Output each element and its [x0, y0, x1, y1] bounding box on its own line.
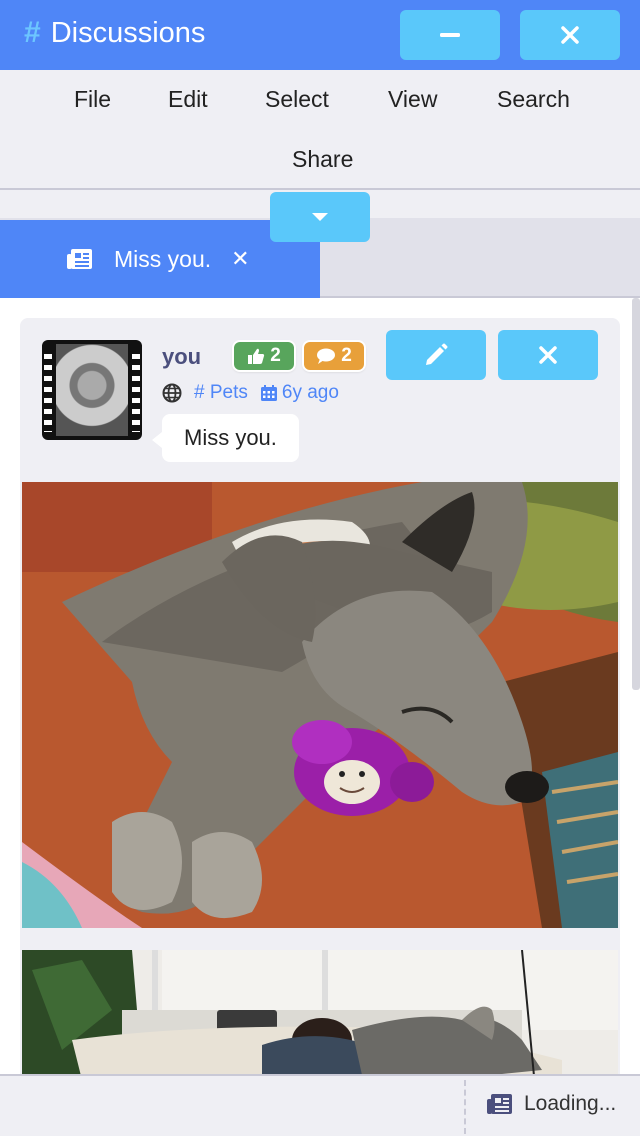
- film-strip-left: [44, 348, 52, 432]
- channel-link[interactable]: # Pets: [194, 382, 248, 404]
- menu-search[interactable]: Search: [497, 86, 570, 113]
- film-strip-right: [132, 348, 140, 432]
- edit-post-button[interactable]: [386, 330, 486, 380]
- hash-icon: #: [194, 382, 205, 403]
- globe-icon: [162, 383, 182, 403]
- status-loading: Loading...: [486, 1092, 616, 1116]
- comments-badge[interactable]: 2: [304, 342, 364, 370]
- channel-label: Pets: [209, 382, 248, 403]
- pencil-icon: [426, 343, 448, 365]
- menu-view[interactable]: View: [388, 86, 437, 113]
- close-window-button[interactable]: [520, 10, 620, 60]
- tab-close-icon[interactable]: ✕: [231, 248, 249, 270]
- thumbs-up-icon: [248, 348, 265, 364]
- tab-label: Miss you.: [114, 245, 212, 272]
- person-dog-photo-illustration: [22, 950, 618, 1074]
- dog-photo-illustration: [22, 482, 618, 928]
- menu-share[interactable]: Share: [292, 146, 353, 173]
- comments-count: 2: [341, 345, 352, 366]
- post-time: 6y ago: [260, 382, 339, 404]
- likes-count: 2: [270, 345, 281, 366]
- newspaper-icon: [67, 249, 92, 269]
- close-icon: [561, 26, 579, 44]
- close-icon: [539, 346, 557, 364]
- comment-icon: [317, 348, 336, 364]
- post-card: you 2 2 # Pets 6y ago Miss you.: [20, 318, 620, 1074]
- post-photo-person-with-dog[interactable]: [22, 950, 618, 1074]
- delete-post-button[interactable]: [498, 330, 598, 380]
- status-text: Loading...: [524, 1092, 617, 1115]
- avatar-photo: [56, 344, 128, 436]
- minus-icon: [440, 33, 460, 37]
- avatar[interactable]: [42, 340, 142, 440]
- calendar-icon: [260, 385, 277, 401]
- scrollbar[interactable]: [632, 298, 640, 690]
- discussion-content[interactable]: you 2 2 # Pets 6y ago Miss you.: [0, 298, 640, 1074]
- hash-icon: #: [24, 16, 41, 49]
- menu-bar: File Edit Select View Search Share: [0, 70, 640, 190]
- post-time-label: 6y ago: [281, 382, 339, 403]
- likes-badge[interactable]: 2: [234, 342, 294, 370]
- caret-down-icon: [312, 213, 328, 221]
- collapse-menu-button[interactable]: [270, 192, 370, 242]
- newspaper-icon: [487, 1094, 512, 1114]
- post-meta: # Pets 6y ago: [162, 382, 339, 404]
- app-title: # Discussions: [24, 16, 205, 50]
- message-bubble: Miss you.: [152, 414, 299, 462]
- status-bar: Loading...: [0, 1074, 640, 1136]
- menu-file[interactable]: File: [74, 86, 111, 113]
- minimize-button[interactable]: [400, 10, 500, 60]
- app-title-label: Discussions: [50, 16, 206, 49]
- author-name[interactable]: you: [162, 344, 201, 370]
- menu-select[interactable]: Select: [265, 86, 329, 113]
- menu-edit[interactable]: Edit: [168, 86, 208, 113]
- post-photo-dog-on-couch[interactable]: [22, 482, 618, 928]
- title-bar: # Discussions: [0, 0, 640, 70]
- status-divider: [464, 1080, 466, 1134]
- message-text: Miss you.: [184, 425, 277, 450]
